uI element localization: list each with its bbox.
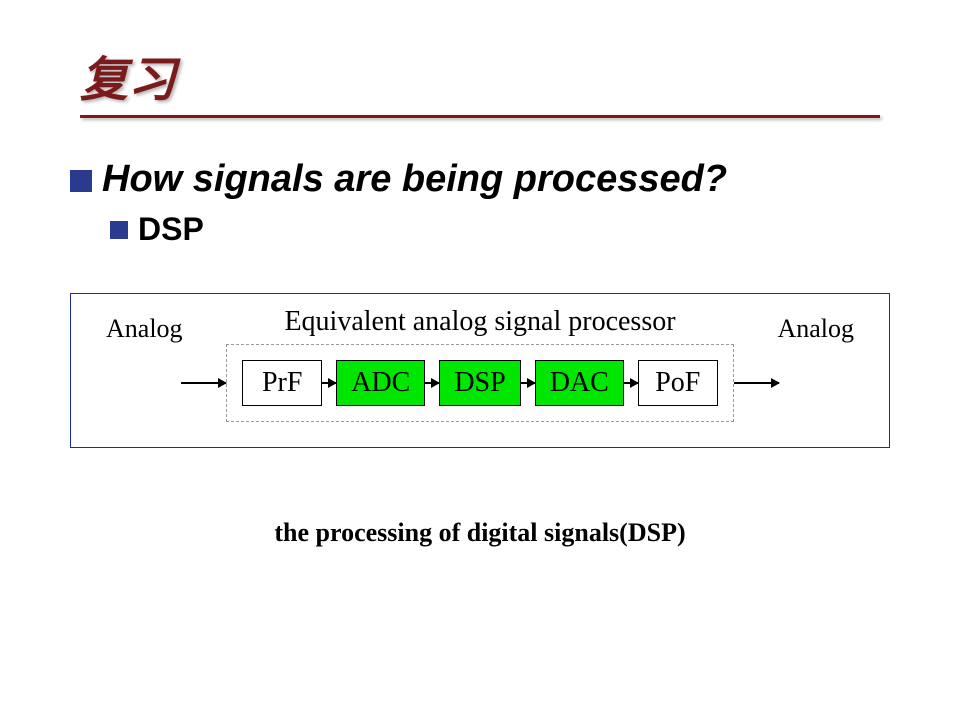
square-bullet-icon <box>110 221 128 239</box>
bullet-level1: How signals are being processed? <box>70 158 910 201</box>
arrow-icon <box>521 382 535 384</box>
bullet2-text: DSP <box>138 211 204 248</box>
arrow-icon <box>425 382 439 384</box>
bullet-list: How signals are being processed? DSP <box>50 158 910 248</box>
analog-in-label: Analog <box>106 314 183 344</box>
bullet1-text: How signals are being processed? <box>102 158 727 201</box>
arrow-icon <box>181 382 226 384</box>
block-pof: PoF <box>638 360 718 406</box>
diagram-row: Analog PrF ADC DSP DAC PoF Analog <box>96 344 864 422</box>
block-dac: DAC <box>535 360 624 406</box>
arrow-icon <box>322 382 336 384</box>
footnote-text: the processing of digital signals(DSP) <box>50 518 910 548</box>
arrow-icon <box>734 382 779 384</box>
block-prf: PrF <box>242 360 322 406</box>
title-area: 复习 <box>50 30 910 133</box>
block-adc: ADC <box>336 360 425 406</box>
slide: 复习 How signals are being processed? DSP … <box>0 0 960 720</box>
slide-title: 复习 <box>80 40 880 110</box>
bullet-level2: DSP <box>110 211 910 248</box>
arrow-icon <box>624 382 638 384</box>
processor-group: PrF ADC DSP DAC PoF <box>226 344 734 422</box>
analog-out-label: Analog <box>777 314 854 344</box>
block-dsp: DSP <box>439 360 520 406</box>
diagram-title: Equivalent analog signal processor <box>96 306 864 338</box>
title-underline <box>80 115 880 118</box>
diagram-frame: Equivalent analog signal processor Analo… <box>70 293 890 448</box>
square-bullet-icon <box>70 170 92 192</box>
